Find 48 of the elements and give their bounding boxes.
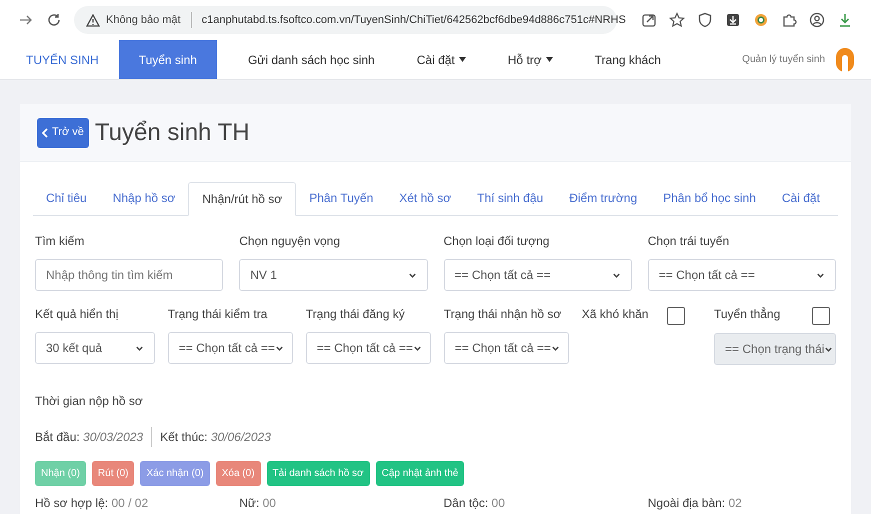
tab[interactable]: Cài đặt	[768, 181, 833, 215]
select-field[interactable]: == Chọn tất cả ==	[306, 332, 431, 364]
section-title: Thời gian nộp hồ sơ	[35, 394, 143, 408]
select-field[interactable]: NV 1	[239, 259, 428, 291]
stat-text: Nữ: 00	[239, 495, 277, 512]
nav-item[interactable]: Cài đặt	[396, 40, 487, 79]
back-button[interactable]: Trở về	[37, 118, 89, 148]
end-date: Kết thúc: 30/06/2023	[159, 429, 271, 446]
security-label: Không bảo mật	[106, 12, 181, 28]
stat-text: Hồ sơ hợp lệ: 00 / 02	[35, 495, 150, 512]
select-field[interactable]: == Chọn tất cả ==	[444, 259, 632, 291]
tab[interactable]: Nhập hồ sơ	[100, 181, 188, 215]
nav-item[interactable]: Trang khách	[574, 40, 682, 79]
user-name: Quản lý tuyển sinh	[742, 52, 825, 67]
field-label: Chọn nguyện vọng	[239, 233, 341, 250]
search-field[interactable]: Nhập thông tin tìm kiếm	[35, 259, 224, 291]
field-label: Tuyển thẳng	[714, 306, 780, 323]
tab[interactable]: Chỉ tiêu	[33, 181, 100, 215]
field-label: Trạng thái đăng ký	[306, 306, 406, 323]
select-field[interactable]: == Chọn tất cả ==	[444, 332, 569, 364]
field-label: Trạng thái kiểm tra	[168, 306, 268, 323]
tab[interactable]: Nhận/rút hồ sơ	[188, 182, 296, 216]
tab[interactable]: Thí sinh đậu	[464, 181, 556, 215]
tab[interactable]: Phân Tuyến	[296, 181, 386, 215]
action-button[interactable]: Xóa (0)	[216, 461, 261, 486]
field-label: Kết quả hiển thị	[35, 306, 120, 323]
select-field[interactable]: == Chọn tất cả ==	[168, 332, 293, 364]
action-button[interactable]: Xác nhận (0)	[140, 461, 210, 486]
tab[interactable]: Xét hồ sơ	[386, 181, 464, 215]
url-text: c1anphutabd.ts.fsoftco.com.vn/TuyenSinh/ChiTiet/642562bcf6dbe94d886c751c#NRHS	[202, 12, 626, 28]
tab[interactable]: Điểm trường	[556, 181, 650, 215]
select-field[interactable]: 30 kết quả	[35, 332, 155, 364]
field-label: Xã khó khăn	[582, 306, 648, 323]
field-label: Trạng thái nhận hồ sơ	[444, 306, 562, 323]
stat-text: Dân tộc: 00	[444, 495, 506, 512]
field-label: Tìm kiếm	[35, 233, 86, 250]
page-title: Tuyển sinh TH	[94, 118, 250, 148]
select-field[interactable]: == Chọn tất cả ==	[648, 259, 836, 291]
tab[interactable]: Phân bổ học sinh	[650, 181, 769, 215]
nav-item[interactable]: Tuyển sinh	[118, 40, 217, 79]
nav-item[interactable]: Gửi danh sách học sinh	[226, 40, 396, 79]
action-button[interactable]: Rút (0)	[92, 461, 134, 486]
brand-link[interactable]: TUYỂN SINH	[0, 40, 119, 79]
stat-text: Ngoài địa bàn: 02	[648, 495, 743, 512]
field-label: Chọn trái tuyến	[648, 233, 730, 250]
nav-item[interactable]: Hỗ trợ	[486, 40, 574, 79]
field-label: Chọn loại đối tượng	[444, 233, 550, 250]
start-date: Bắt đầu: 30/03/2023	[35, 429, 144, 446]
